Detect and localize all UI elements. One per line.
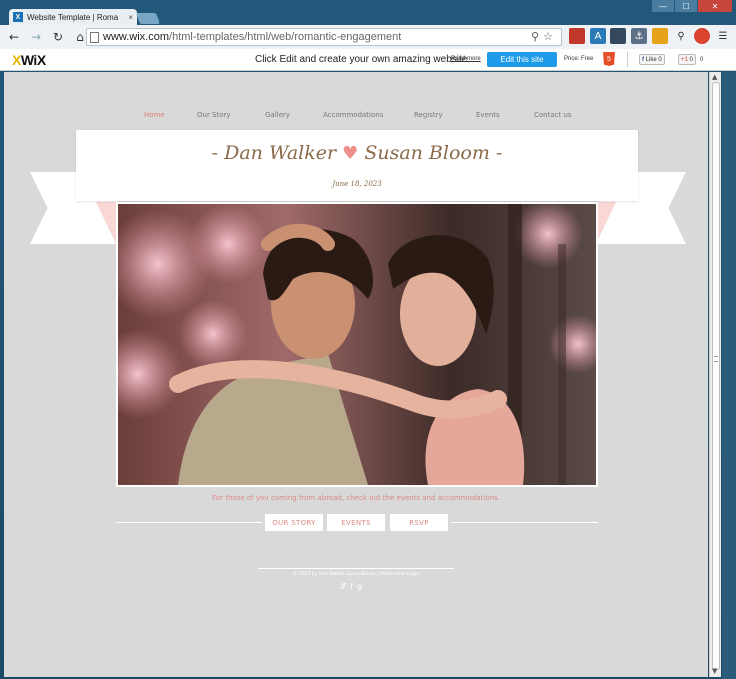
- price-label: Price: Free: [564, 56, 594, 62]
- close-window-icon[interactable]: ✕: [698, 0, 732, 12]
- our-story-button[interactable]: OUR STORY: [265, 514, 323, 531]
- window-controls: — ☐ ✕: [652, 0, 732, 12]
- rsvp-button[interactable]: RSVP: [390, 514, 448, 531]
- divider-left: [116, 522, 262, 523]
- divider: [627, 52, 628, 67]
- nav-registry[interactable]: Registry: [414, 111, 443, 119]
- scrollbar-thumb[interactable]: [712, 82, 720, 670]
- browser-window: X Website Template | Roma × — ☐ ✕ ← → ↻ …: [0, 0, 736, 679]
- wedding-date: June 18, 2023: [332, 180, 382, 188]
- page-icon: [90, 32, 99, 43]
- tab-close-icon[interactable]: ×: [128, 13, 133, 22]
- url-domain: www.wix.com: [103, 31, 170, 43]
- copyright-text: © 2023 by Dan Walker Susan Bloom | Webma…: [293, 572, 419, 577]
- scroll-down-arrow-icon[interactable]: ▼: [712, 667, 717, 675]
- title-banner: - Dan Walker ♥ Susan Bloom - June 18, 20…: [76, 130, 638, 201]
- search-icon[interactable]: ⚲☆: [531, 30, 557, 43]
- zoom-extension-icon[interactable]: ⚲: [673, 28, 689, 44]
- new-tab-button[interactable]: [135, 13, 161, 24]
- minimize-icon[interactable]: —: [652, 0, 674, 12]
- url-path: /html-templates/html/web/romantic-engage…: [169, 31, 402, 43]
- twitter-icon[interactable]: 𝓣: [340, 582, 346, 592]
- wix-promo-bar: XWiX Click Edit and create your own amaz…: [0, 49, 736, 71]
- teapot-extension-icon[interactable]: [652, 28, 668, 44]
- reload-icon[interactable]: ↻: [50, 29, 66, 45]
- couple-names: - Dan Walker ♥ Susan Bloom -: [76, 142, 638, 164]
- menu-icon[interactable]: ☰: [715, 28, 731, 44]
- share-count: 0: [700, 56, 704, 63]
- browser-tab[interactable]: X Website Template | Roma ×: [9, 9, 137, 25]
- wix-logo-mark: X: [12, 52, 21, 68]
- back-arrow-icon[interactable]: ←: [6, 29, 22, 45]
- read-more-link[interactable]: Read more: [451, 56, 481, 62]
- scroll-grip-icon: [714, 356, 718, 362]
- couple-photo: [116, 202, 598, 487]
- nav-contact-us[interactable]: Contact us: [534, 111, 572, 119]
- footer-divider: [258, 568, 454, 569]
- nav-home[interactable]: Home: [144, 111, 165, 119]
- footer-social: 𝓣 f g: [340, 582, 362, 592]
- wix-logo[interactable]: XWiX: [12, 52, 46, 68]
- browser-toolbar: ← → ↻ ⌂ www.wix.com/html-templates/html/…: [0, 25, 736, 49]
- gplus-count: 0: [689, 56, 693, 63]
- bride-name: Susan Bloom -: [364, 142, 503, 164]
- couple-photo-image: [118, 204, 596, 485]
- nav-accommodations[interactable]: Accommodations: [323, 111, 383, 119]
- nav-events[interactable]: Events: [476, 111, 500, 119]
- bookmark-extension-icon[interactable]: [569, 28, 585, 44]
- wix-message: Click Edit and create your own amazing w…: [255, 54, 468, 65]
- facebook-icon[interactable]: f: [350, 582, 353, 592]
- scroll-up-arrow-icon[interactable]: ▲: [712, 73, 717, 81]
- vertical-scrollbar[interactable]: ▲ ▼: [709, 72, 721, 677]
- edit-site-button[interactable]: Edit this site: [487, 52, 557, 67]
- gplus-button[interactable]: +1 0: [678, 54, 696, 65]
- maximize-icon[interactable]: ☐: [675, 0, 697, 12]
- events-button[interactable]: EVENTS: [327, 514, 385, 531]
- wix-logo-text: WiX: [20, 52, 46, 68]
- flag-extension-icon[interactable]: [610, 28, 626, 44]
- google-plus-icon[interactable]: g: [357, 582, 362, 592]
- divider-right: [451, 522, 598, 523]
- site-page: Home Our Story Gallery Accommodations Re…: [4, 72, 708, 677]
- nav-gallery[interactable]: Gallery: [265, 111, 290, 119]
- facebook-like-button[interactable]: f Like 0: [639, 54, 665, 65]
- nav-our-story[interactable]: Our Story: [197, 111, 231, 119]
- html5-icon: 5: [603, 52, 615, 66]
- wix-favicon-icon: X: [13, 12, 23, 22]
- forward-arrow-icon[interactable]: →: [28, 29, 44, 45]
- facebook-icon: f: [642, 56, 644, 63]
- groom-name: - Dan Walker: [211, 142, 337, 164]
- gplus-label: +1: [681, 56, 688, 63]
- address-bar[interactable]: www.wix.com/html-templates/html/web/roma…: [86, 28, 562, 46]
- fb-like-label: Like: [645, 56, 657, 63]
- tagline-text: For those of you coming from abroad, che…: [212, 494, 500, 502]
- fb-like-count: 0: [658, 56, 662, 63]
- tab-title: Website Template | Roma: [27, 12, 119, 22]
- stumble-extension-icon[interactable]: [694, 28, 710, 44]
- anchor-extension-icon[interactable]: ⚓: [631, 28, 647, 44]
- window-frame-edge: [722, 72, 736, 679]
- heart-icon: ♥: [342, 143, 359, 164]
- translate-extension-icon[interactable]: A: [590, 28, 606, 44]
